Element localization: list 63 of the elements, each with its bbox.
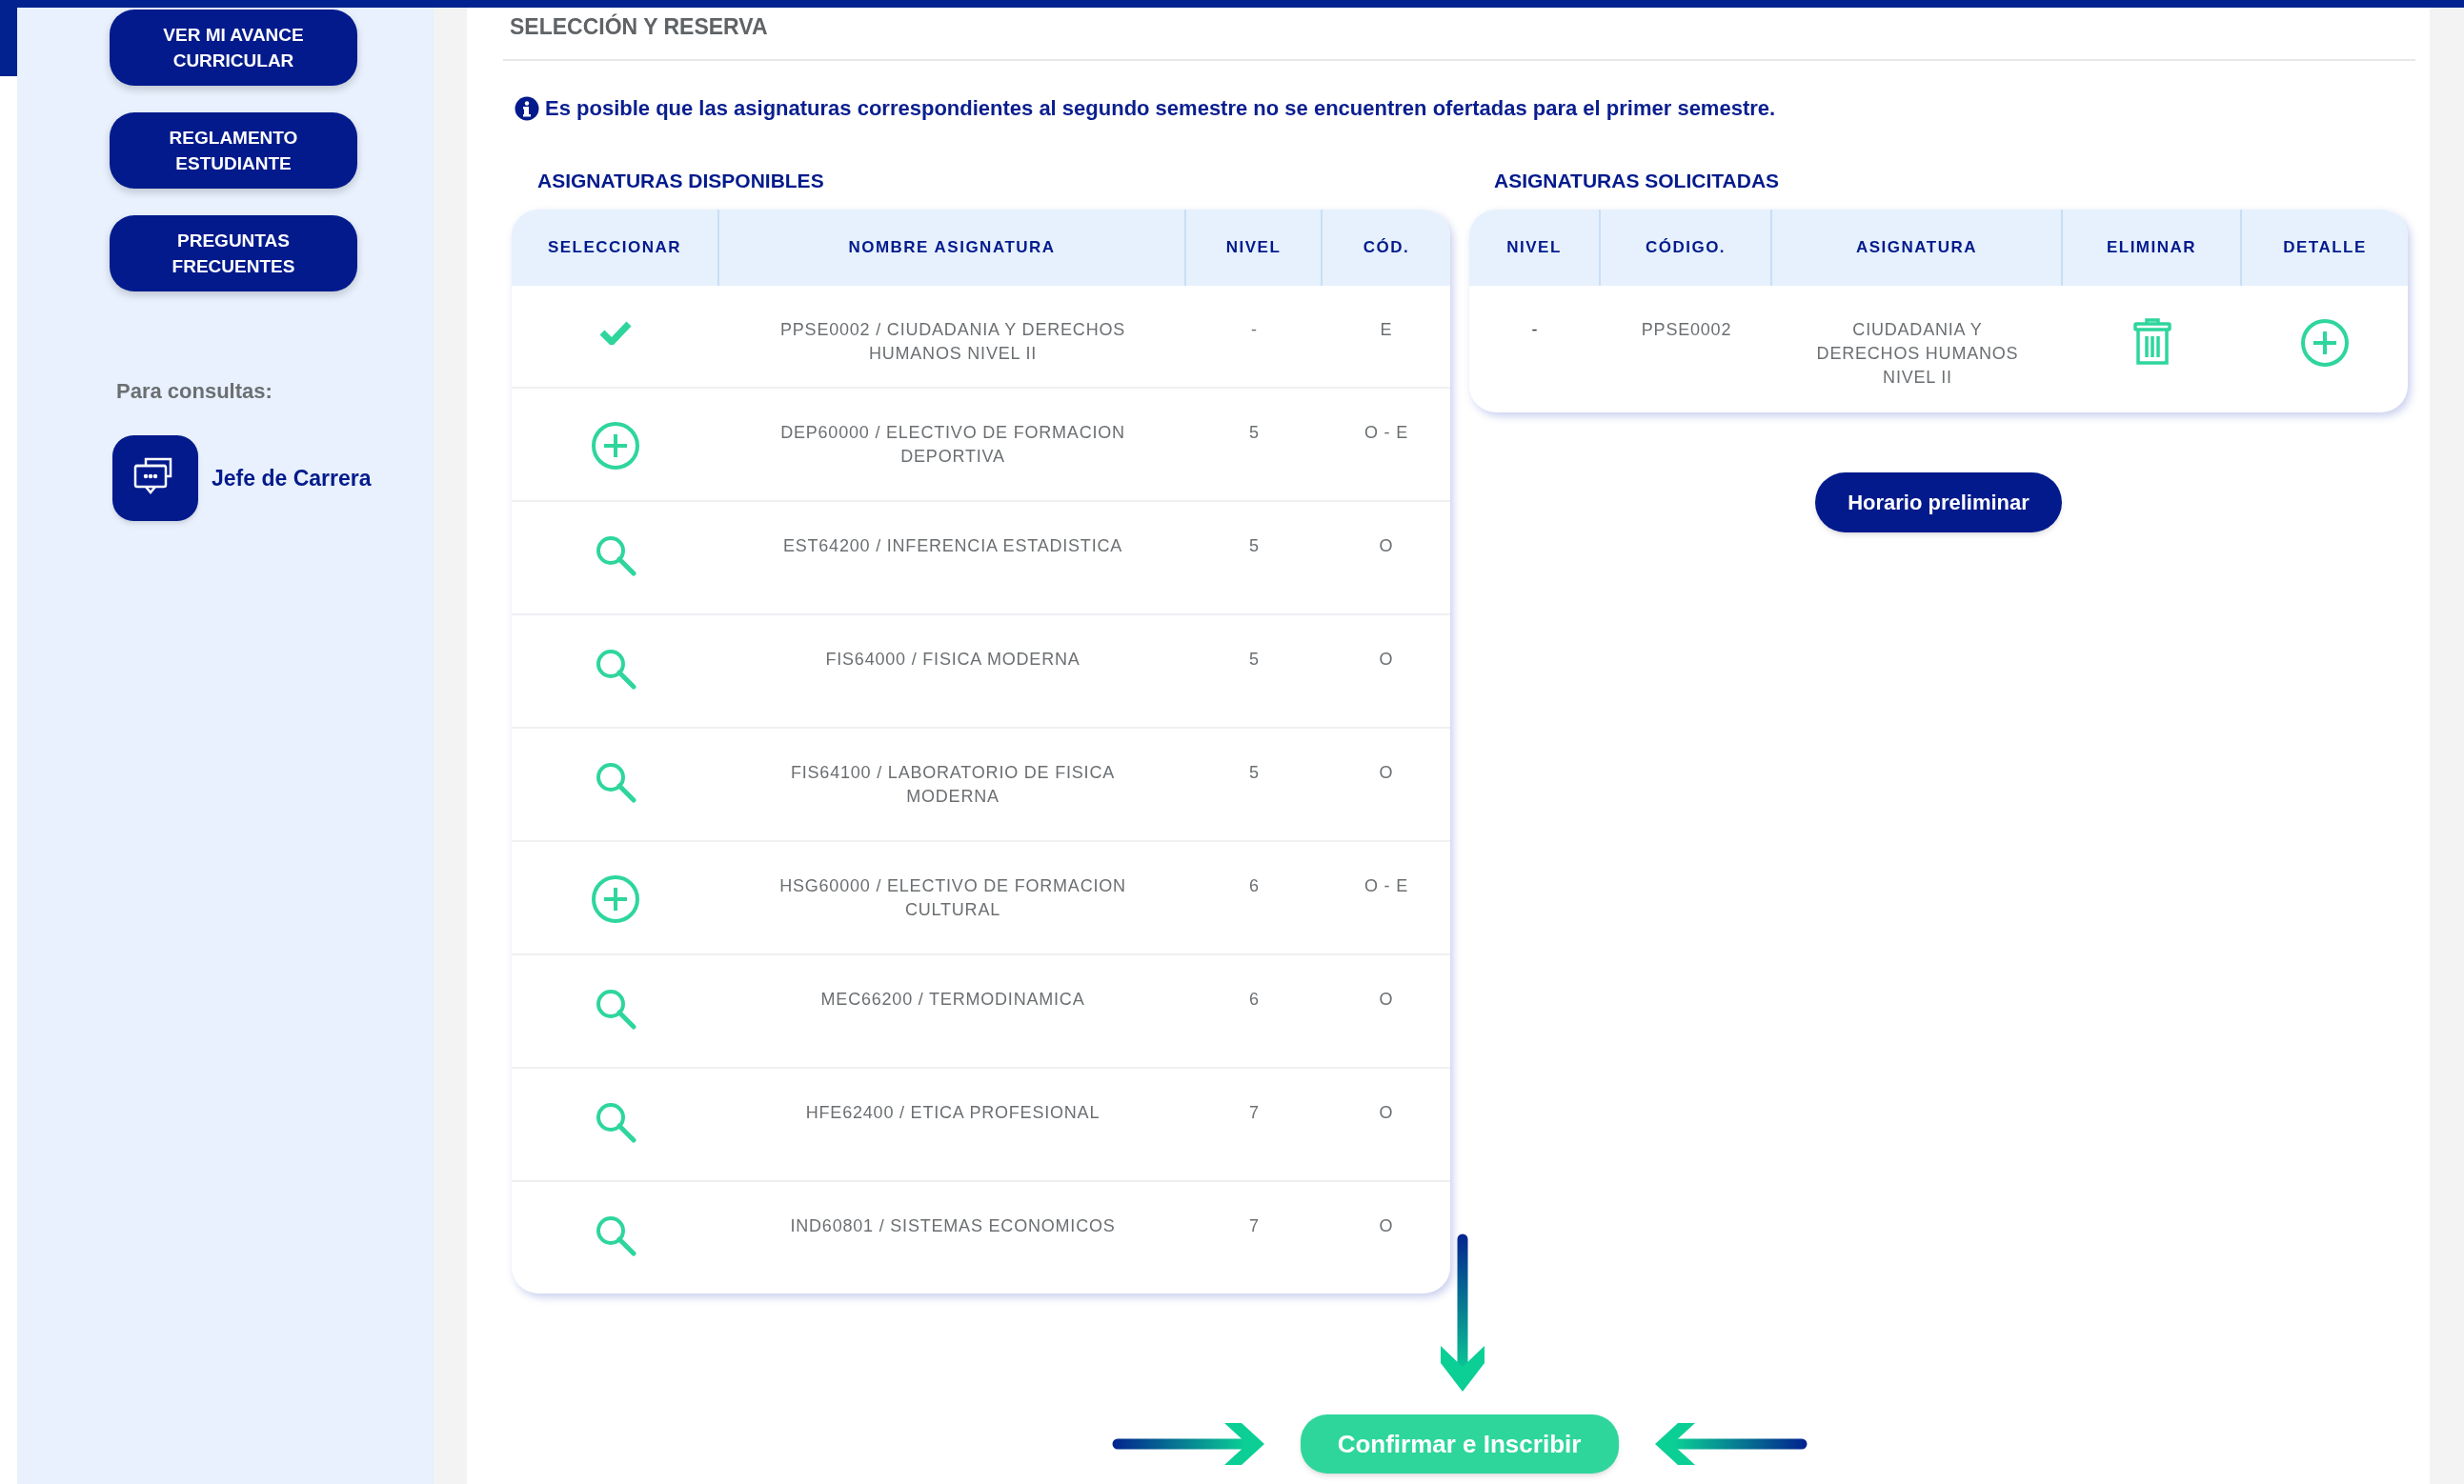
contact-label: Para consultas: bbox=[116, 378, 273, 405]
table-cell-text: - bbox=[1531, 319, 1539, 341]
header-block bbox=[0, 8, 17, 76]
table-title: ASIGNATURAS DISPONIBLES bbox=[537, 169, 825, 192]
add-icon[interactable] bbox=[591, 421, 640, 471]
table-cell-text: 5 bbox=[1249, 535, 1260, 557]
column-header: ELIMINAR bbox=[2106, 237, 2197, 259]
table-cell-text: PPSE0002 bbox=[1641, 319, 1732, 341]
table-cell-text: CIUDADANIA Y DERECHOS HUMANOS NIVEL II bbox=[1815, 319, 2020, 389]
table-title: ASIGNATURAS SOLICITADAS bbox=[1494, 169, 1781, 192]
table-cell-text: HFE62400 / ETICA PROFESIONAL bbox=[805, 1102, 1101, 1124]
table-cell-text: FIS64000 / FISICA MODERNA bbox=[825, 649, 1081, 671]
info-message: Es posible que las asignaturas correspondientes al segundo semestre no se encuentren ofertadas para el primer semestre. bbox=[545, 95, 1776, 122]
table-cell-text: O - E bbox=[1364, 875, 1408, 897]
search-icon[interactable] bbox=[595, 761, 636, 803]
table-cell-text: - bbox=[1251, 319, 1258, 341]
column-header: ASIGNATURA bbox=[1855, 237, 1978, 259]
add-icon[interactable] bbox=[591, 874, 640, 924]
table-cell-text: 5 bbox=[1249, 422, 1260, 444]
table-cell-text: 5 bbox=[1249, 762, 1260, 784]
table-cell-text: O - E bbox=[1364, 422, 1408, 444]
table-cell-text: 6 bbox=[1249, 875, 1260, 897]
search-icon[interactable] bbox=[595, 648, 636, 690]
table-cell-text: MEC66200 / TERMODINAMICA bbox=[820, 989, 1085, 1011]
column-header: DETALLE bbox=[2283, 237, 2367, 259]
search-icon[interactable] bbox=[595, 1101, 636, 1143]
chat-button[interactable] bbox=[112, 435, 198, 521]
sidebar-button[interactable]: PREGUNTAS FRECUENTES bbox=[110, 215, 357, 291]
table-cell-text: 7 bbox=[1249, 1102, 1260, 1124]
table-cell-text: FIS64100 / LABORATORIO DE FISICA MODERNA bbox=[789, 762, 1116, 808]
contact-link[interactable]: Jefe de Carrera bbox=[212, 461, 372, 495]
table-cell-text: PPSE0002 / CIUDADANIA Y DERECHOS HUMANOS NIVEL II bbox=[778, 319, 1127, 365]
table-cell-text: 7 bbox=[1249, 1215, 1260, 1237]
section-heading: SELECCIÓN Y RESERVA bbox=[510, 13, 769, 40]
column-header: CÓDIGO. bbox=[1645, 237, 1727, 259]
table-cell-text: 6 bbox=[1249, 989, 1260, 1011]
sidebar-button[interactable]: REGLAMENTO ESTUDIANTE bbox=[110, 112, 357, 189]
table-cell-text: EST64200 / INFERENCIA ESTADISTICA bbox=[782, 535, 1123, 557]
table-cell-text: O bbox=[1379, 989, 1394, 1011]
search-icon[interactable] bbox=[595, 534, 636, 576]
search-icon[interactable] bbox=[595, 988, 636, 1030]
trash-icon[interactable] bbox=[2133, 318, 2171, 366]
detail-icon[interactable] bbox=[2300, 318, 2350, 368]
table-cell-text: O bbox=[1379, 762, 1394, 784]
check-icon[interactable] bbox=[599, 320, 632, 345]
column-header: NOMBRE ASIGNATURA bbox=[848, 237, 1056, 259]
schedule-button[interactable]: Horario preliminar bbox=[1815, 472, 2062, 532]
info-icon bbox=[515, 95, 539, 121]
table-cell-text: O bbox=[1379, 649, 1394, 671]
table-cell-text: E bbox=[1380, 319, 1393, 341]
search-icon[interactable] bbox=[595, 1214, 636, 1256]
table-cell-text: O bbox=[1379, 535, 1394, 557]
column-header: NIVEL bbox=[1506, 237, 1562, 259]
column-header: SELECCIONAR bbox=[547, 237, 682, 259]
column-header: CÓD. bbox=[1363, 237, 1410, 259]
table-cell-text: O bbox=[1379, 1102, 1394, 1124]
table-cell-text: 5 bbox=[1249, 649, 1260, 671]
table-cell-text: HSG60000 / ELECTIVO DE FORMACION CULTURAL bbox=[778, 875, 1127, 921]
table-cell-text: IND60801 / SISTEMAS ECONOMICOS bbox=[790, 1215, 1116, 1237]
column-header: NIVEL bbox=[1225, 237, 1282, 259]
table-cell-text: DEP60000 / ELECTIVO DE FORMACION DEPORTIVA bbox=[779, 422, 1126, 468]
sidebar-button[interactable]: VER MI AVANCE CURRICULAR bbox=[110, 10, 357, 86]
table-cell-text: O bbox=[1379, 1215, 1394, 1237]
